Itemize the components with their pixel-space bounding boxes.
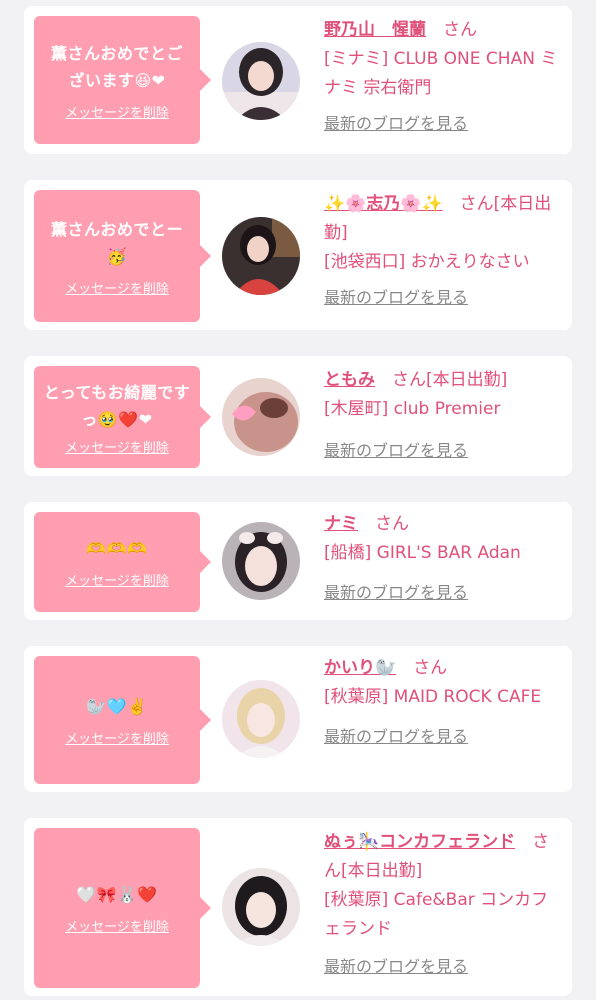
blog-link[interactable]: 最新のブログを見る [324,436,468,465]
message-text: 🫶🫶🫶 [86,539,148,558]
message-bubble: 🫶🫶🫶 メッセージを削除 [34,512,211,612]
delete-message-link[interactable]: メッセージを削除 [65,437,169,456]
sender-info: 野乃山 惺蘭 さん [ミナミ] CLUB ONE CHAN ミナミ 宗右衛門 最… [324,16,560,139]
shop-name: [ミナミ] CLUB ONE CHAN ミナミ 宗右衛門 [324,49,558,98]
avatar[interactable] [222,217,300,295]
sender-status: さん[本日出勤] [392,370,508,390]
avatar[interactable] [222,522,300,600]
sender-name[interactable]: ✨🌸志乃🌸✨ [324,194,443,214]
message-text: 🤍🎀🐰❤️ [76,885,158,904]
message-card: 薫さんおめでとございます😆❤ メッセージを削除 野乃山 惺蘭 さん [ミナミ] … [24,6,572,154]
message-card: 🤍🎀🐰❤️ メッセージを削除 ぬぅ🎠コンカフェランド さん[本日出勤] [秋葉原… [24,818,572,996]
delete-message-link[interactable]: メッセージを削除 [65,278,169,297]
sender-info: かいり🦭 さん [秋葉原] MAID ROCK CAFE 最新のブログを見る [324,654,560,752]
message-bubble: 🤍🎀🐰❤️ メッセージを削除 [34,828,211,988]
delete-message-link[interactable]: メッセージを削除 [65,728,169,747]
sender-name[interactable]: 野乃山 惺蘭 [324,20,426,40]
message-text: 🦭🩵✌️ [86,697,148,716]
sender-status: さん [443,20,477,40]
message-text: 薫さんおめでとー🥳 [50,219,183,266]
delete-message-link[interactable]: メッセージを削除 [65,916,169,935]
blog-link[interactable]: 最新のブログを見る [324,578,468,607]
sender-info: ✨🌸志乃🌸✨ さん[本日出勤] [池袋西口] おかえりなさい 最新のブログを見る [324,190,560,313]
sender-name[interactable]: ナミ [324,514,358,534]
message-bubble: 🦭🩵✌️ メッセージを削除 [34,656,211,784]
message-bubble: 薫さんおめでとございます😆❤ メッセージを削除 [34,16,211,144]
shop-name: [秋葉原] MAID ROCK CAFE [324,687,542,707]
sender-name[interactable]: ぬぅ🎠コンカフェランド [324,832,515,852]
sender-status: さん [413,658,448,678]
shop-name: [船橋] GIRL'S BAR Adan [324,543,521,563]
sender-name[interactable]: かいり🦭 [324,658,396,678]
avatar[interactable] [222,868,300,946]
avatar[interactable] [222,378,300,456]
blog-link[interactable]: 最新のブログを見る [324,722,468,751]
sender-info: ぬぅ🎠コンカフェランド さん[本日出勤] [秋葉原] Cafe&Bar コンカフ… [324,828,560,982]
delete-message-link[interactable]: メッセージを削除 [65,570,169,589]
message-text: 薫さんおめでとございます😆❤ [50,43,183,90]
sender-info: ナミ さん [船橋] GIRL'S BAR Adan 最新のブログを見る [324,510,560,608]
shop-name: [木屋町] club Premier [324,399,501,419]
message-bubble: 薫さんおめでとー🥳 メッセージを削除 [34,190,211,322]
shop-name: [池袋西口] おかえりなさい [324,252,530,272]
shop-name: [秋葉原] Cafe&Bar コンカフェランド [324,890,549,939]
message-bubble: とってもお綺麗ですっ🥹❤️❤ メッセージを削除 [34,366,211,468]
avatar[interactable] [222,680,300,758]
blog-link[interactable]: 最新のブログを見る [324,952,468,981]
sender-status: さん [375,514,409,534]
message-text: とってもお綺麗ですっ🥹❤️❤ [43,382,191,429]
message-card: とってもお綺麗ですっ🥹❤️❤ メッセージを削除 ともみ さん[本日出勤] [木屋… [24,356,572,476]
blog-link[interactable]: 最新のブログを見る [324,109,468,138]
sender-name[interactable]: ともみ [324,370,375,390]
delete-message-link[interactable]: メッセージを削除 [65,102,169,121]
message-card: 薫さんおめでとー🥳 メッセージを削除 ✨🌸志乃🌸✨ さん[本日出勤] [池袋西口… [24,180,572,330]
message-card: 🫶🫶🫶 メッセージを削除 ナミ さん [船橋] GIRL'S BAR Adan … [24,502,572,620]
avatar[interactable] [222,42,300,120]
blog-link[interactable]: 最新のブログを見る [324,283,468,312]
sender-info: ともみ さん[本日出勤] [木屋町] club Premier 最新のブログを見… [324,366,560,466]
message-card: 🦭🩵✌️ メッセージを削除 かいり🦭 さん [秋葉原] MAID ROCK CA… [24,646,572,792]
